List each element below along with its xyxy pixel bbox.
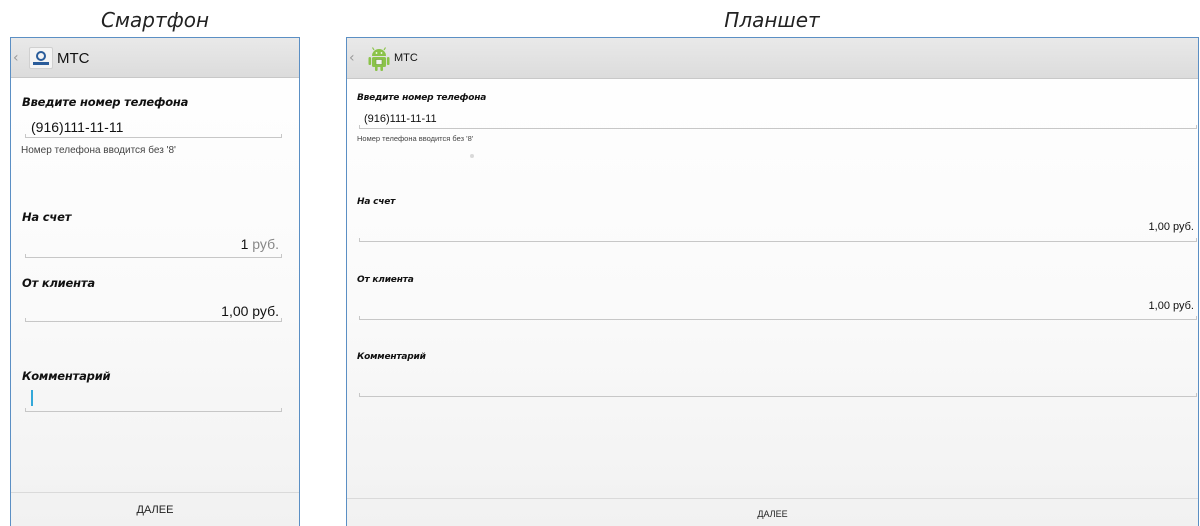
text-cursor	[31, 390, 33, 406]
tablet-action-bar: ‹ МТС	[347, 38, 1198, 79]
account-amount-unit: руб.	[252, 236, 279, 252]
chevron-left-icon[interactable]: ‹	[13, 50, 19, 66]
comment-input[interactable]	[31, 393, 281, 411]
phone-number-hint: Номер телефона вводится без '8'	[21, 145, 176, 156]
app-title: МТС	[57, 50, 90, 67]
chevron-left-icon[interactable]: ‹	[349, 50, 355, 66]
client-label: От клиента	[22, 276, 95, 290]
phone-screen: ‹ МТС Введите номер телефона (916)111-11…	[10, 37, 300, 526]
comment-underline	[25, 408, 282, 412]
focus-dot	[470, 154, 474, 158]
client-underline	[359, 316, 1197, 320]
comment-label: Комментарий	[357, 352, 426, 362]
phone-number-underline	[359, 125, 1197, 129]
phone-number-hint: Номер телефона вводится без '8'	[357, 134, 474, 143]
account-underline	[25, 254, 282, 258]
phone-action-bar: ‹ МТС	[11, 38, 299, 78]
phone-number-label: Введите номер телефона	[357, 93, 487, 103]
phone-number-label: Введите номер телефона	[22, 95, 189, 109]
comment-underline	[359, 393, 1197, 397]
comment-input[interactable]	[364, 373, 1184, 389]
client-label: От клиента	[357, 275, 414, 285]
mts-logo-icon[interactable]	[29, 47, 53, 69]
tablet-screen: ‹ МТС Введите номер телефона (916)111-11…	[346, 37, 1199, 526]
account-amount-input[interactable]: 1,00 руб.	[1149, 221, 1194, 233]
comment-label: Комментарий	[22, 369, 111, 383]
account-underline	[359, 238, 1197, 242]
account-label: На счет	[357, 197, 396, 207]
account-amount-input[interactable]: 1 руб.	[241, 236, 279, 252]
account-amount-value: 1	[240, 236, 249, 252]
app-title: МТС	[394, 52, 418, 64]
account-label: На счет	[22, 210, 72, 224]
next-button[interactable]: ДАЛЕЕ	[347, 498, 1198, 526]
android-robot-icon[interactable]	[367, 45, 391, 73]
next-button[interactable]: ДАЛЕЕ	[11, 492, 299, 526]
tablet-caption: Планшет	[724, 8, 820, 32]
client-amount-input[interactable]: 1,00 руб.	[221, 303, 279, 319]
phone-caption: Смартфон	[100, 8, 210, 32]
phone-number-underline	[25, 134, 282, 138]
phone-number-input[interactable]: (916)111-11-11	[364, 113, 437, 125]
client-underline	[25, 318, 282, 322]
phone-number-input[interactable]: (916)111-11-11	[31, 119, 123, 135]
client-amount-input[interactable]: 1,00 руб.	[1149, 300, 1194, 312]
